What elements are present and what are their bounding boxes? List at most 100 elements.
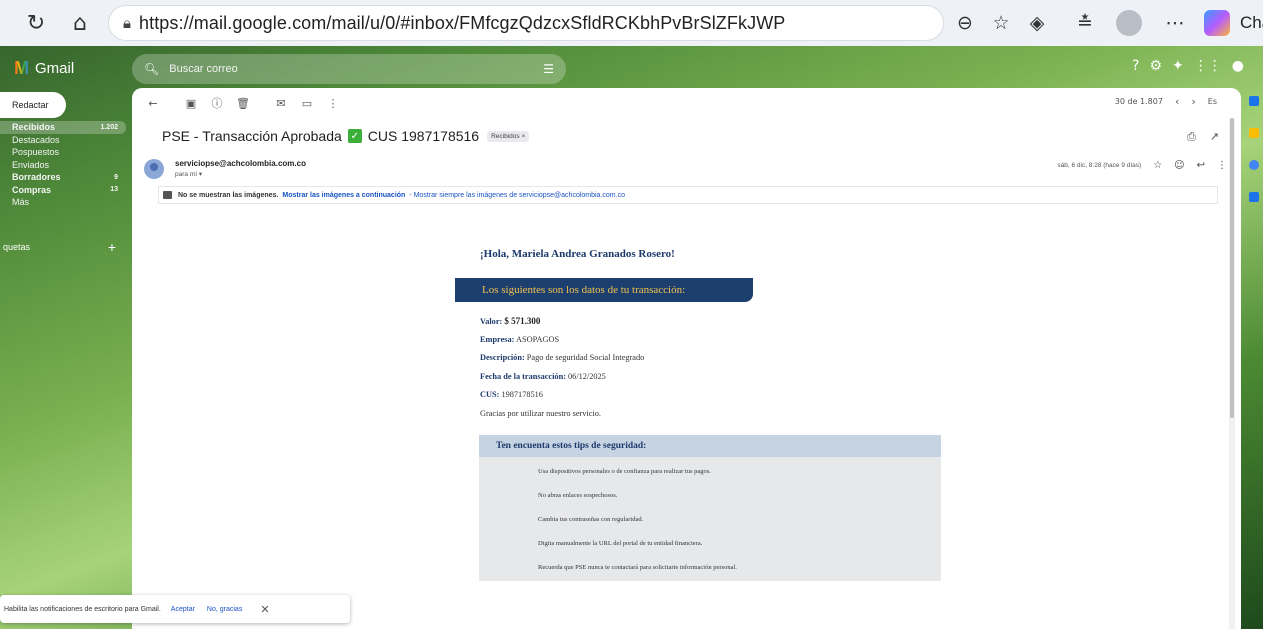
close-icon[interactable]: ✕ [260, 603, 269, 616]
nav-item-label: Compras [12, 184, 52, 195]
labels-title: quetas [3, 242, 31, 252]
input-language-button[interactable]: Es [1208, 97, 1217, 108]
zoom-icon[interactable]: ⊖ [950, 7, 980, 39]
home-icon[interactable]: ⌂ [64, 7, 96, 39]
side-panel-rail [1244, 96, 1263, 202]
decline-button[interactable]: No, gracias [207, 606, 242, 613]
detail-fecha: Fecha de la transacción: 06/12/2025 [480, 372, 644, 391]
message-toolbar: ← ▣ ⓘ 🗑︎ ✉ ▭ ⋮ 30 de 1.807 ‹ › Es [132, 88, 1241, 118]
nav-item-count: 1.202 [100, 123, 118, 131]
keep-icon[interactable] [1248, 128, 1259, 138]
nav-item-label: Más [12, 197, 30, 208]
subject-actions: ⎙ ↗ [1187, 130, 1219, 144]
profile-avatar[interactable] [1116, 10, 1142, 36]
nav-item-label: Borradores [12, 172, 61, 183]
apps-grid-icon[interactable]: ⋮⋮ [1194, 58, 1222, 74]
tips-title: Ten encuenta estos tips de seguridad: [479, 435, 941, 457]
next-icon[interactable]: › [1191, 95, 1195, 108]
subject-cus: CUS 1987178516 [367, 128, 480, 144]
detail-label: Descripción: [480, 353, 525, 362]
move-to-icon[interactable]: ▭ [296, 97, 318, 110]
extension-icon[interactable]: ◈ [1022, 7, 1052, 39]
gmail-header: M Gmail 🔍︎ Buscar correo ☰ ? ⚙ ✦ ⋮⋮ ● [0, 46, 1263, 90]
favorite-star-icon[interactable]: ☆ [986, 7, 1016, 39]
delete-icon[interactable]: 🗑︎ [232, 97, 254, 110]
search-input[interactable]: 🔍︎ Buscar correo ☰ [132, 54, 566, 84]
browser-actions: ⊖ ☆ ◈ ≛ ⋯ Cha [950, 7, 1263, 39]
message-date: sáb, 6 dic, 8:28 (hace 9 días) [1057, 162, 1142, 169]
favorites-list-icon[interactable]: ≛ [1070, 7, 1100, 39]
nav-item-snoozed[interactable]: Pospuestos [0, 146, 126, 159]
copilot-icon[interactable] [1204, 10, 1230, 36]
inbox-label-chip[interactable]: Recibidos × [487, 130, 530, 142]
pagination-text: 30 de 1.807 [1114, 97, 1163, 106]
sender-avatar[interactable] [144, 159, 164, 179]
archive-icon[interactable]: ▣ [180, 97, 202, 110]
mark-unread-icon[interactable]: ✉ [270, 97, 292, 110]
check-mark-icon: ✓ [347, 129, 362, 143]
tasks-icon[interactable] [1248, 160, 1259, 170]
nav-item-purchases[interactable]: Compras 13 [0, 184, 126, 197]
more-menu-icon[interactable]: ⋯ [1160, 7, 1190, 39]
reload-icon[interactable]: ↻ [20, 7, 52, 39]
images-blocked-bar: No se muestran las imágenes. Mostrar las… [158, 186, 1218, 204]
toast-text: Habilita las notificaciones de escritori… [4, 605, 161, 613]
filter-icon[interactable]: ☰ [543, 62, 554, 76]
nav-item-sent[interactable]: Enviados [0, 159, 126, 172]
search-placeholder: Buscar correo [169, 63, 238, 75]
gmail-m-icon: M [14, 58, 29, 78]
add-label-icon[interactable]: + [108, 239, 116, 255]
nav-item-label: Recibidos [12, 122, 56, 133]
nav-item-label: Destacados [12, 134, 60, 145]
detail-cus: CUS: 1987178516 [480, 390, 644, 409]
chat-label[interactable]: Cha [1240, 13, 1263, 33]
gmail-logo[interactable]: M Gmail [14, 58, 74, 79]
detail-value: ASOPAGOS [516, 334, 560, 344]
message-scrollbar[interactable] [1229, 118, 1235, 629]
address-bar[interactable]: 🔒︎ https://mail.google.com/mail/u/0/#inb… [108, 5, 944, 41]
calendar-icon[interactable] [1248, 96, 1259, 106]
browser-toolbar: ↻ ⌂ 🔒︎ https://mail.google.com/mail/u/0/… [0, 0, 1263, 46]
tip-item: Digita manualmente la URL del portal de … [538, 540, 703, 547]
star-icon[interactable]: ☆ [1153, 160, 1162, 171]
settings-gear-icon[interactable]: ⚙ [1149, 58, 1162, 74]
emoji-react-icon[interactable]: ☺ [1174, 160, 1184, 171]
subject-title: PSE - Transacción Aprobada [162, 128, 342, 144]
print-icon[interactable]: ⎙ [1187, 130, 1196, 144]
nav-item-drafts[interactable]: Borradores 9 [0, 171, 126, 184]
detail-label: CUS: [480, 390, 500, 399]
always-show-images-link[interactable]: - Mostrar siempre las imágenes de servic… [409, 192, 625, 199]
nav-item-label: Pospuestos [12, 147, 60, 158]
help-icon[interactable]: ? [1132, 58, 1139, 74]
search-icon[interactable]: 🔍︎ [144, 62, 159, 76]
email-greeting: ¡Hola, Mariela Andrea Granados Rosero! [480, 248, 675, 260]
more-options-icon[interactable]: ⋮ [322, 97, 344, 110]
detail-label: Valor: [480, 317, 503, 326]
gemini-icon[interactable]: ✦ [1172, 58, 1184, 74]
previous-icon[interactable]: ‹ [1175, 95, 1179, 108]
images-notice: No se muestran las imágenes. [178, 191, 279, 199]
open-new-window-icon[interactable]: ↗ [1210, 130, 1219, 144]
left-nav: Recibidos 1.202 Destacados Pospuestos En… [0, 121, 126, 209]
compose-button[interactable]: Redactar [0, 92, 66, 118]
transaction-banner: Los siguientes son los datos de tu trans… [455, 278, 753, 302]
sender-email[interactable]: serviciopse@achcolombia.com.co [175, 159, 306, 168]
report-spam-icon[interactable]: ⓘ [206, 95, 228, 111]
url-text: https://mail.google.com/mail/u/0/#inbox/… [138, 12, 786, 33]
reply-icon[interactable]: ↩ [1197, 160, 1205, 171]
recipient-toggle[interactable]: para mí ▾ [175, 170, 202, 178]
more-actions-icon[interactable]: ⋮ [1217, 160, 1227, 171]
accept-button[interactable]: Aceptar [171, 606, 195, 613]
contacts-icon[interactable] [1248, 192, 1259, 202]
nav-item-more[interactable]: Más [0, 196, 126, 209]
detail-label: Fecha de la transacción: [480, 371, 566, 381]
show-images-link[interactable]: Mostrar las imágenes a continuación [282, 192, 405, 199]
back-arrow-icon[interactable]: ← [142, 97, 164, 110]
subject-row: PSE - Transacción Aprobada ✓ CUS 1987178… [162, 128, 530, 144]
detail-descripcion: Descripción: Pago de seguridad Social In… [480, 353, 644, 372]
detail-value: Pago de seguridad Social Integrado [526, 353, 645, 362]
account-avatar[interactable]: ● [1232, 58, 1244, 74]
site-info-icon[interactable]: 🔒︎ [123, 14, 131, 32]
nav-item-inbox[interactable]: Recibidos 1.202 [0, 121, 126, 134]
nav-item-starred[interactable]: Destacados [0, 134, 126, 147]
